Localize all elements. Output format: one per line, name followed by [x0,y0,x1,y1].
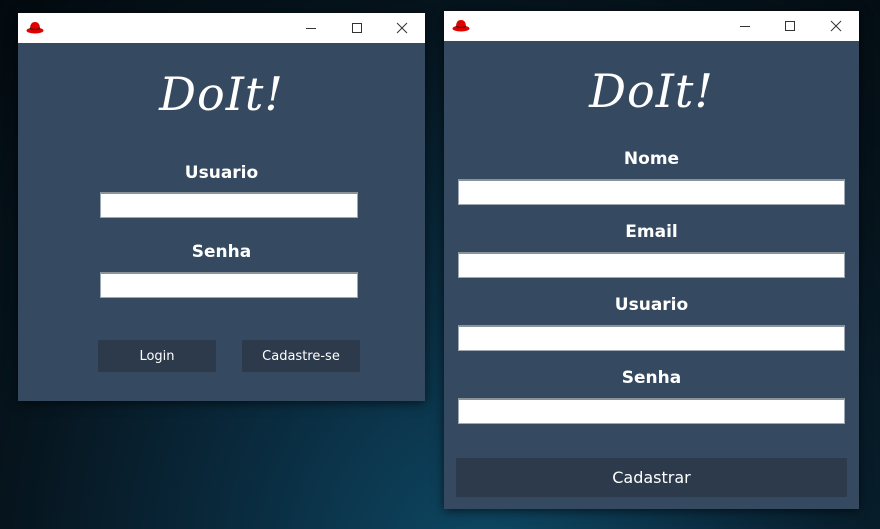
login-window: DoIt! Usuario Senha Login Cadastre-se [18,13,425,401]
close-icon[interactable] [813,11,859,41]
senha-input[interactable] [458,398,845,424]
email-label: Email [625,222,678,242]
red-hat-icon [26,20,44,34]
maximize-icon[interactable] [334,13,380,43]
nome-input[interactable] [458,179,845,205]
nome-label: Nome [623,149,680,169]
maximize-icon[interactable] [767,11,813,41]
red-hat-icon [452,18,470,32]
cadastre-se-button[interactable]: Cadastre-se [242,340,360,372]
login-titlebar[interactable] [18,13,425,43]
register-window: DoIt! Nome Email Usuario Senha Cadastrar [444,11,859,509]
senha-label: Senha [621,368,682,388]
senha-input[interactable] [100,272,358,298]
register-client-area: DoIt! Nome Email Usuario Senha Cadastrar [444,41,859,509]
app-title: DoIt! [589,64,714,118]
minimize-icon[interactable] [722,11,768,41]
usuario-input[interactable] [100,192,358,218]
usuario-input[interactable] [458,325,845,351]
app-title: DoIt! [159,67,284,121]
login-client-area: DoIt! Usuario Senha Login Cadastre-se [18,43,425,401]
usuario-label: Usuario [184,163,259,183]
login-button[interactable]: Login [98,340,216,372]
senha-label: Senha [191,242,252,262]
email-input[interactable] [458,252,845,278]
minimize-icon[interactable] [288,13,334,43]
close-icon[interactable] [379,13,425,43]
register-titlebar[interactable] [444,11,859,41]
cadastrar-button[interactable]: Cadastrar [456,458,847,497]
usuario-label: Usuario [614,295,689,315]
